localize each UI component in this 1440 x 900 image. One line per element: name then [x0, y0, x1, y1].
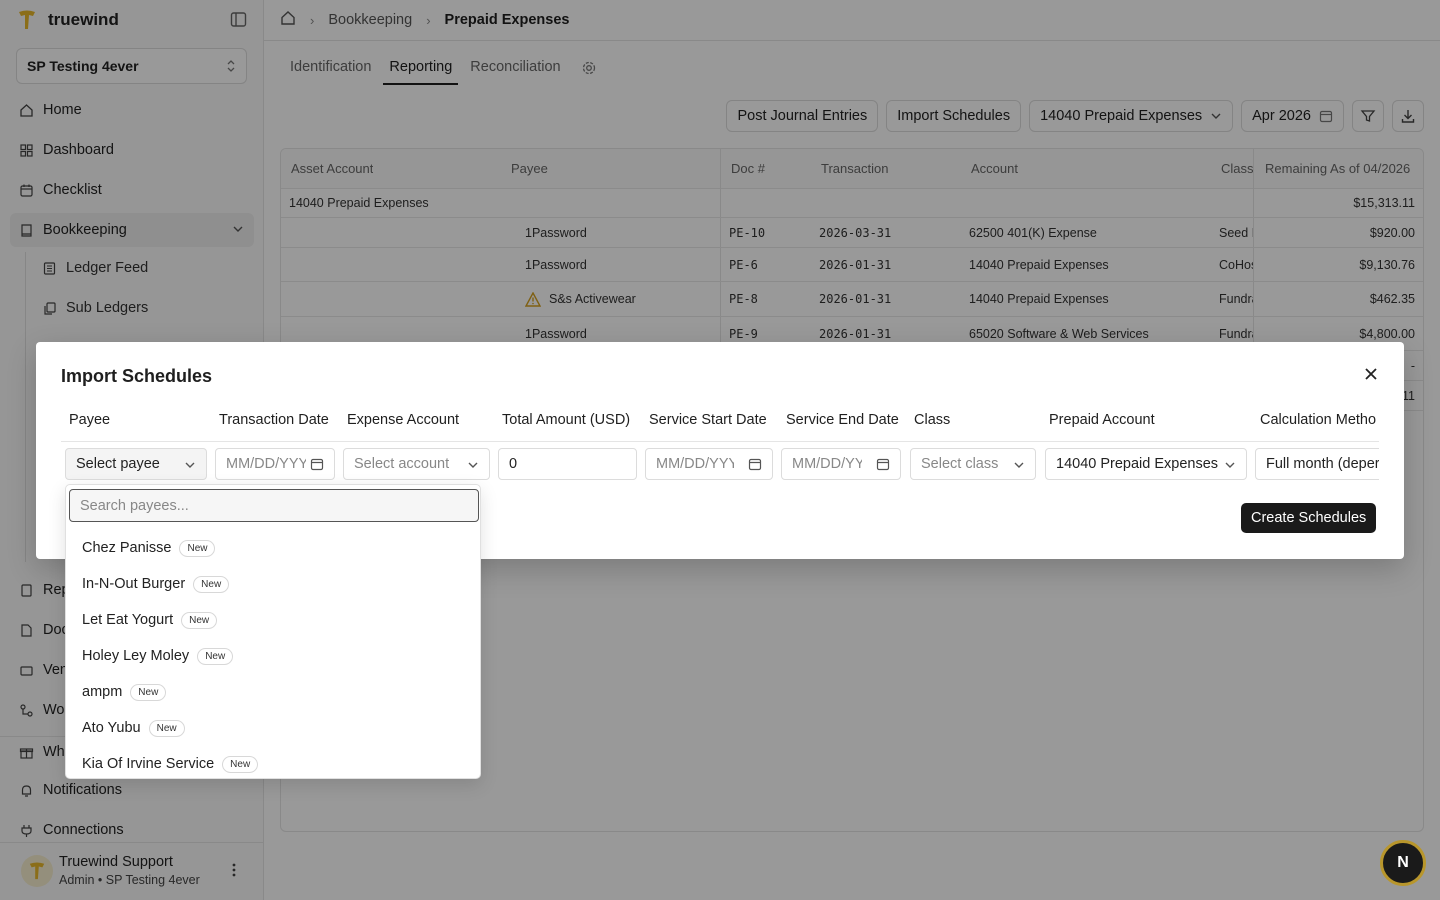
calculation-method-value: Full month (deper	[1266, 456, 1379, 472]
column-transaction-date: Transaction Date	[219, 412, 329, 428]
calculation-method-select[interactable]: Full month (deper	[1255, 448, 1379, 480]
calendar-icon	[310, 458, 324, 471]
total-amount-value: 0	[509, 456, 518, 472]
column-service-end: Service End Date	[786, 412, 899, 428]
payee-select[interactable]: Select payee	[65, 448, 207, 480]
new-badge: New	[148, 719, 185, 737]
payee-select-value: Select payee	[76, 456, 160, 472]
new-badge: New	[222, 755, 259, 773]
expense-account-value: Select account	[354, 456, 450, 472]
payee-option[interactable]: Kia Of Irvine Service New	[82, 752, 259, 776]
payee-option-label: ampm	[82, 684, 123, 700]
calendar-icon	[748, 458, 762, 471]
payee-dropdown: Search payees... Chez Panisse New In-N-O…	[65, 484, 481, 779]
column-total-amount: Total Amount (USD)	[502, 412, 631, 428]
payee-option[interactable]: ampm New	[82, 680, 167, 704]
transaction-date-placeholder: MM/DD/YYYY	[226, 456, 306, 472]
service-start-placeholder: MM/DD/YYYY	[656, 456, 734, 472]
column-service-start: Service Start Date	[649, 412, 767, 428]
new-badge: New	[197, 647, 234, 665]
new-badge: New	[181, 611, 218, 629]
payee-search-input[interactable]: Search payees...	[69, 489, 479, 522]
column-expense-account: Expense Account	[347, 412, 460, 428]
payee-option-label: Kia Of Irvine Service	[82, 756, 215, 772]
create-schedules-button[interactable]: Create Schedules	[1241, 503, 1377, 533]
payee-option-label: Ato Yubu	[82, 720, 141, 736]
new-badge: New	[193, 575, 230, 593]
column-payee: Payee	[69, 412, 111, 428]
payee-search-placeholder: Search payees...	[80, 497, 189, 514]
payee-option[interactable]: In-N-Out Burger New	[82, 572, 230, 596]
payee-option[interactable]: Holey Ley Moley New	[82, 644, 234, 668]
service-end-date-input[interactable]: MM/DD/YYYY	[781, 448, 901, 480]
service-end-placeholder: MM/DD/YYYY	[792, 456, 862, 472]
transaction-date-input[interactable]: MM/DD/YYYY	[215, 448, 335, 480]
chevron-down-icon	[468, 462, 478, 468]
column-prepaid-account: Prepaid Account	[1049, 412, 1155, 428]
chevron-down-icon	[1014, 462, 1024, 468]
assistant-launcher[interactable]: N	[1380, 840, 1426, 886]
column-class: Class	[914, 412, 951, 428]
payee-option-label: Let Eat Yogurt	[82, 612, 174, 628]
payee-option-label: Holey Ley Moley	[82, 648, 190, 664]
payee-option-label: In-N-Out Burger	[82, 576, 186, 592]
calendar-icon	[876, 458, 890, 471]
total-amount-input[interactable]: 0	[498, 448, 637, 480]
chevron-down-icon	[1225, 462, 1235, 468]
new-badge: New	[179, 539, 216, 557]
expense-account-select[interactable]: Select account	[343, 448, 490, 480]
class-select-value: Select class	[921, 456, 999, 472]
class-select[interactable]: Select class	[910, 448, 1036, 480]
service-start-date-input[interactable]: MM/DD/YYYY	[645, 448, 773, 480]
payee-option[interactable]: Ato Yubu New	[82, 716, 185, 740]
header-divider	[61, 441, 1379, 442]
chevron-down-icon	[185, 462, 195, 468]
new-badge: New	[130, 683, 167, 701]
prepaid-account-select[interactable]: 14040 Prepaid Expenses	[1045, 448, 1247, 480]
payee-option[interactable]: Let Eat Yogurt New	[82, 608, 218, 632]
payee-option[interactable]: Chez Panisse New	[82, 536, 216, 560]
payee-option-label: Chez Panisse	[82, 540, 172, 556]
prepaid-account-value: 14040 Prepaid Expenses	[1056, 456, 1219, 472]
column-calculation-method: Calculation Metho	[1260, 412, 1377, 428]
